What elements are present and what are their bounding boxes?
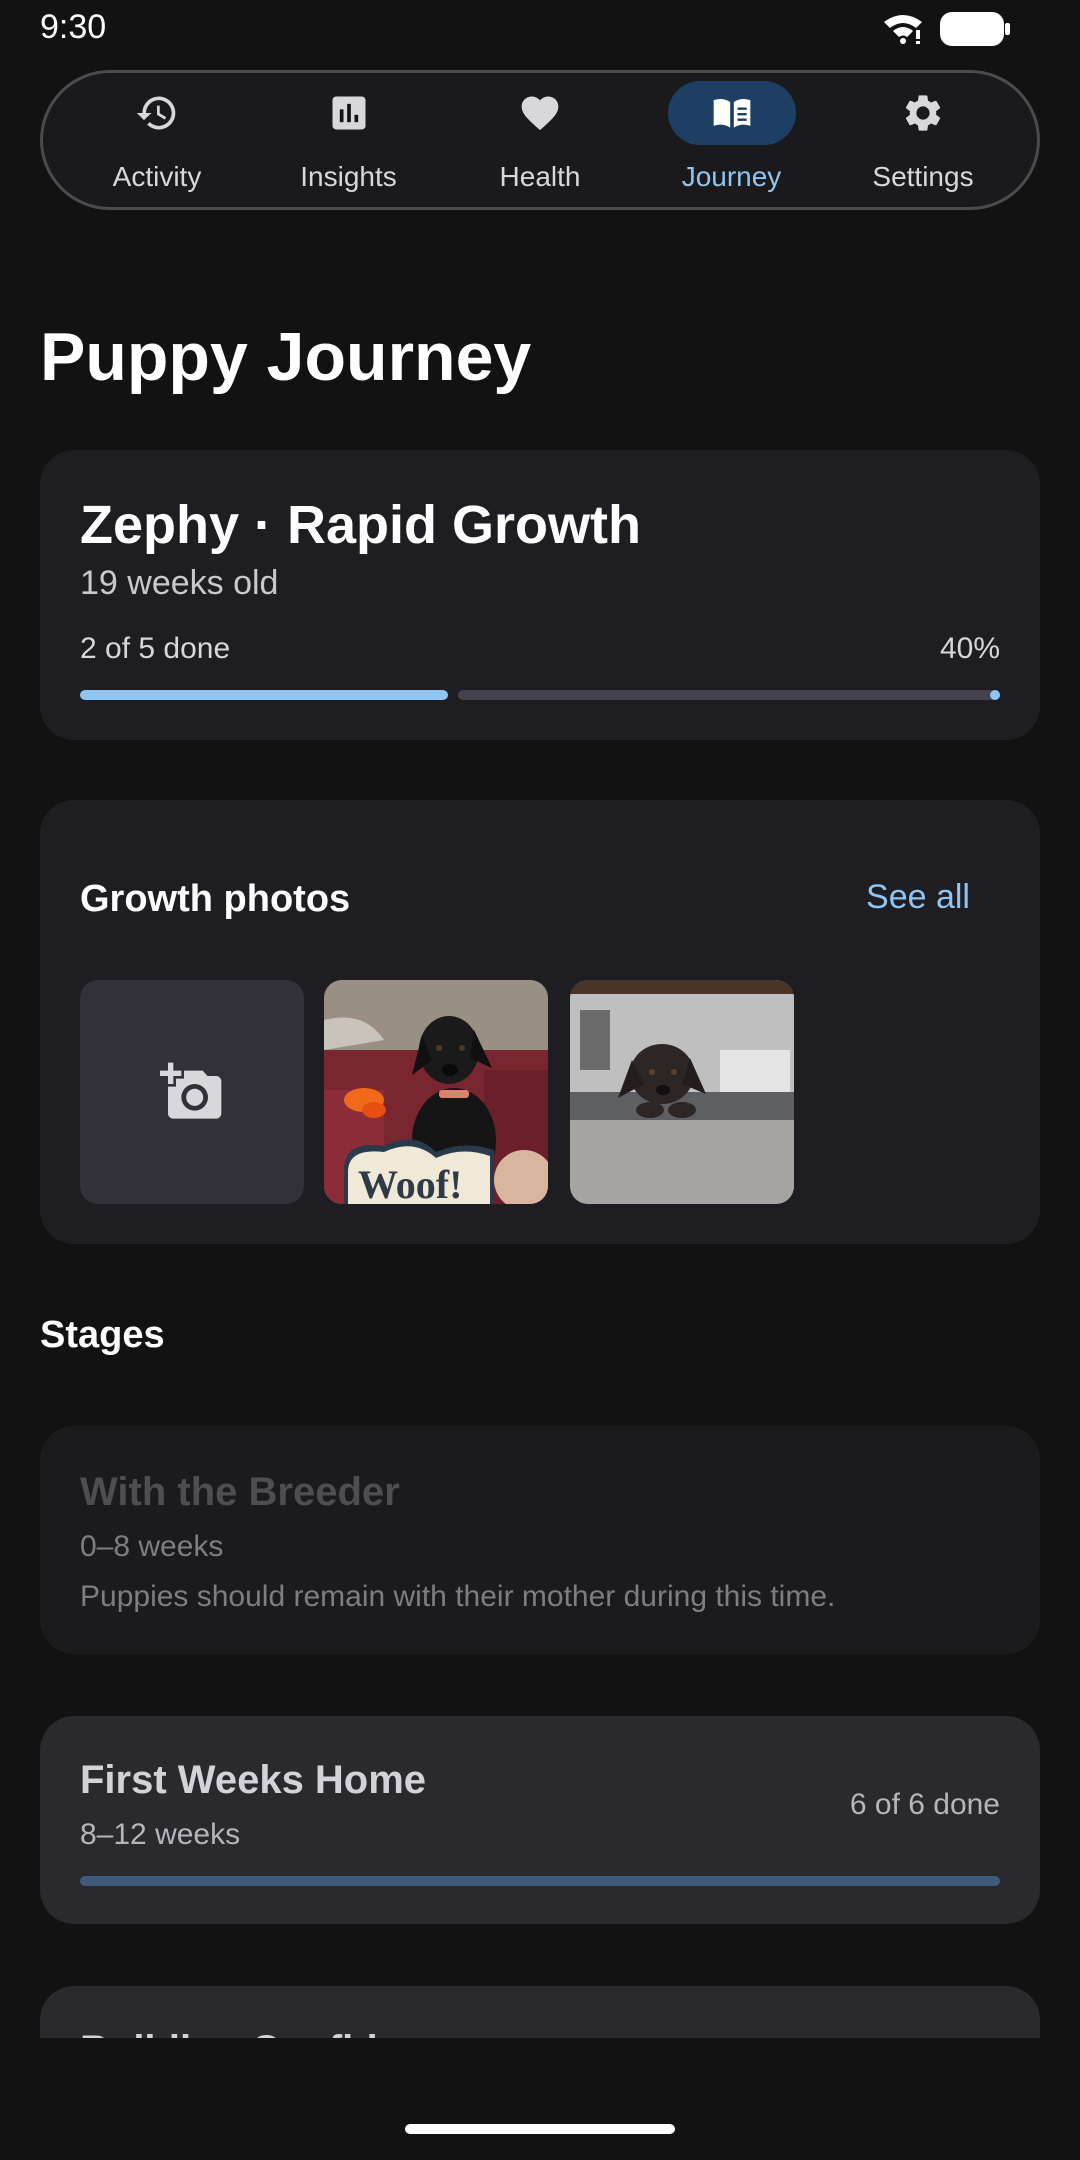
summary-title: Zephy · Rapid Growth xyxy=(80,495,641,555)
add-photo-icon xyxy=(160,1062,222,1119)
nav-pill-active xyxy=(667,81,796,145)
stage-name: First Weeks Home xyxy=(80,1758,427,1802)
nav-pill xyxy=(859,81,987,145)
stage-card-first-weeks-home[interactable]: First Weeks Home 8–12 weeks 6 of 6 done xyxy=(40,1716,1040,1924)
svg-text:Woof!: Woof! xyxy=(358,1162,462,1204)
nav-pill xyxy=(285,81,413,145)
progress-end-dot xyxy=(990,690,1000,700)
progress-remaining xyxy=(458,690,1000,700)
history-icon xyxy=(136,96,176,130)
nav-pill xyxy=(476,81,604,145)
status-time: 9:30 xyxy=(40,8,107,46)
stage-name: Building Confidence xyxy=(80,2028,469,2038)
stage-done-count: 6 of 6 done xyxy=(849,1788,1000,1821)
growth-photo[interactable] xyxy=(570,980,794,1204)
nav-item-journey[interactable]: Journey xyxy=(642,73,822,207)
wifi-icon xyxy=(884,15,922,44)
progress-fill xyxy=(80,690,448,700)
nav-label-settings: Settings xyxy=(872,161,974,192)
page-title: Puppy Journey xyxy=(40,319,532,395)
nav-item-health[interactable]: Health xyxy=(450,73,630,207)
battery-icon xyxy=(940,12,1010,46)
home-indicator[interactable] xyxy=(405,2124,675,2134)
stage-range: 8–12 weeks xyxy=(80,1818,241,1851)
heart-icon xyxy=(521,96,559,131)
summary-progress-bar xyxy=(80,690,1000,700)
nav-label-journey: Journey xyxy=(681,161,782,192)
summary-done-count: 2 of 5 done xyxy=(80,632,231,665)
nav-pill xyxy=(93,81,221,145)
stage-card-clip: Building Confidence xyxy=(40,1986,1040,2038)
journey-summary-card: Zephy · Rapid Growth 19 weeks old 2 of 5… xyxy=(40,450,1040,740)
screen: 9:30 Activity Insights Health Journey Se… xyxy=(0,0,1080,2160)
book-icon xyxy=(713,98,750,128)
summary-age: 19 weeks old xyxy=(80,564,279,602)
nav-label-health: Health xyxy=(499,161,581,192)
nav-item-insights[interactable]: Insights xyxy=(259,73,439,207)
nav-label-insights: Insights xyxy=(300,161,397,192)
nav-label-activity: Activity xyxy=(112,161,202,192)
growth-photo[interactable]: Woof! xyxy=(324,980,548,1204)
puppy-under-table-photo xyxy=(570,980,794,1204)
bar-chart-icon xyxy=(332,96,365,130)
summary-percent: 40% xyxy=(939,632,1000,665)
nav-item-activity[interactable]: Activity xyxy=(67,73,247,207)
nav-item-settings[interactable]: Settings xyxy=(833,73,1013,207)
gear-icon xyxy=(905,95,941,131)
growth-photos-title: Growth photos xyxy=(80,878,351,920)
status-bar: 9:30 xyxy=(0,0,1080,60)
stage-description: Puppies should remain with their mother … xyxy=(80,1580,836,1613)
puppy-on-couch-photo: Woof! xyxy=(324,980,548,1204)
growth-photos-card: Growth photos See all Woof! xyxy=(40,800,1040,1244)
stage-progress-bar xyxy=(80,1876,1000,1886)
stage-card-building-confidence[interactable]: Building Confidence xyxy=(40,1986,1040,2038)
stages-title: Stages xyxy=(40,1314,165,1356)
stage-range: 0–8 weeks xyxy=(80,1530,224,1563)
add-photo-button[interactable] xyxy=(80,980,304,1204)
see-all-link[interactable]: See all xyxy=(866,878,970,917)
stage-card-with-the-breeder: With the Breeder 0–8 weeks Puppies shoul… xyxy=(40,1426,1040,1654)
top-navigation: Activity Insights Health Journey Setting… xyxy=(40,70,1040,210)
stage-name: With the Breeder xyxy=(80,1470,400,1514)
